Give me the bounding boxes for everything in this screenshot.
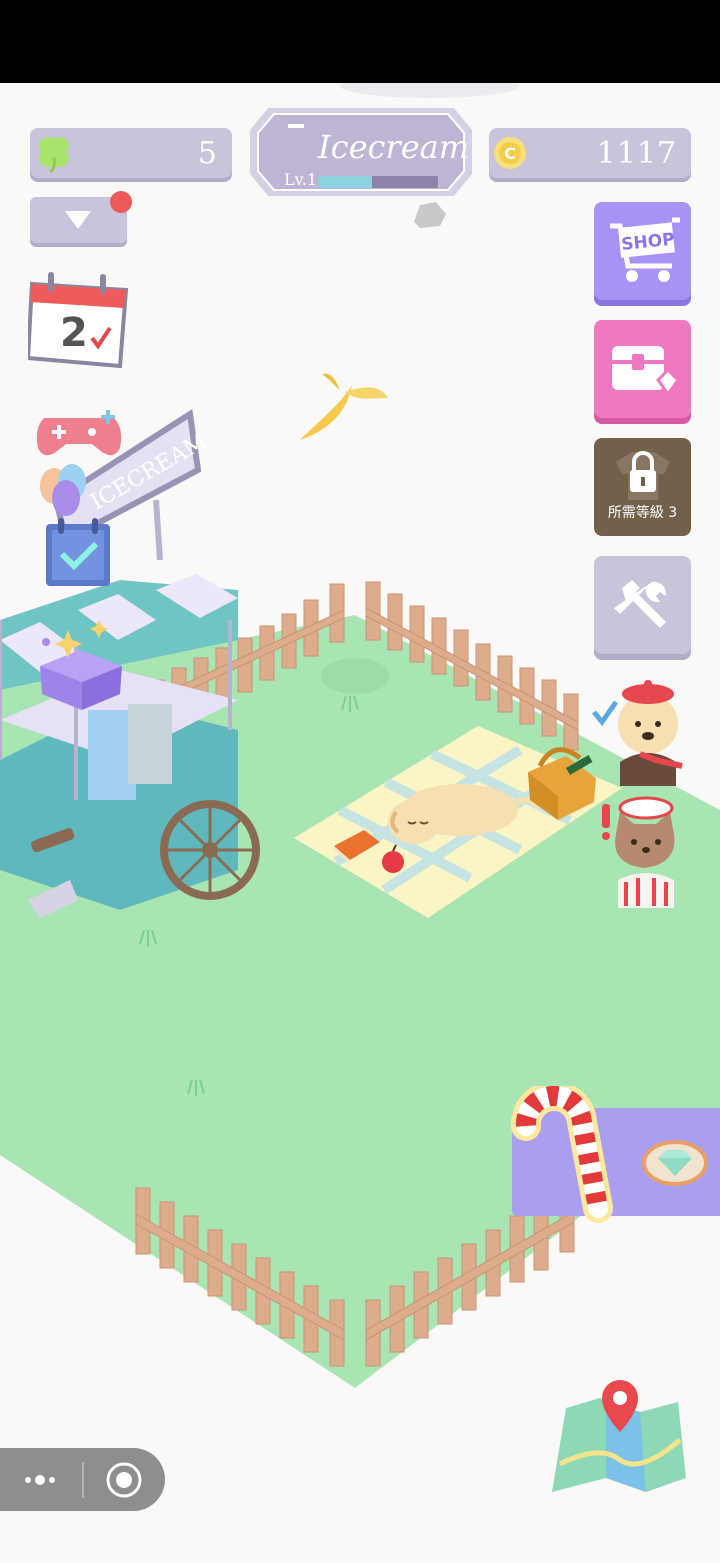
capsule-divider bbox=[82, 1462, 84, 1498]
clover-icon bbox=[39, 137, 69, 174]
shop-cart-icon: SHOP bbox=[610, 217, 680, 282]
plate-dash bbox=[288, 124, 304, 128]
shop-level-plate[interactable]: Icecream Lv.1 bbox=[248, 106, 474, 198]
status-bar bbox=[0, 0, 720, 83]
game-screen: { "hud": { "clover_count": "5", "coin_co… bbox=[0, 0, 720, 1563]
cloud-shadow bbox=[340, 83, 520, 98]
mystery-box-icon[interactable] bbox=[36, 620, 126, 712]
coin-count: 1117 bbox=[596, 136, 677, 171]
calendar-day: 2 bbox=[60, 310, 88, 356]
treasure-chest-button[interactable] bbox=[594, 320, 691, 418]
calendar-icon[interactable]: 2 bbox=[28, 266, 128, 368]
dropdown-button[interactable] bbox=[30, 191, 132, 243]
clover-counter[interactable]: 5 bbox=[30, 128, 232, 178]
shop-button[interactable]: SHOP bbox=[594, 202, 691, 300]
tools-button[interactable] bbox=[594, 556, 691, 654]
customer-cat[interactable] bbox=[596, 790, 692, 908]
tools-icon bbox=[614, 580, 667, 628]
coin-counter[interactable]: C 1117 bbox=[489, 128, 691, 178]
map-icon[interactable] bbox=[550, 1374, 690, 1498]
dropdown-arrow-icon bbox=[65, 211, 91, 229]
notification-dot bbox=[110, 191, 132, 213]
clover-count: 5 bbox=[197, 136, 218, 171]
banana-peel-icon[interactable] bbox=[300, 373, 388, 440]
gem-icon bbox=[642, 1140, 708, 1186]
locked-costume-button[interactable]: 所需等級 3 bbox=[594, 438, 691, 536]
shop-name: Icecream bbox=[318, 128, 470, 166]
task-clipboard-icon[interactable] bbox=[44, 516, 112, 588]
rock-icon[interactable] bbox=[414, 202, 446, 228]
mini-program-capsule bbox=[0, 1448, 165, 1511]
xp-bar bbox=[318, 176, 438, 188]
required-level-label: 所需等級 3 bbox=[607, 505, 678, 521]
lock-icon bbox=[616, 451, 670, 500]
gamepad-icon[interactable] bbox=[34, 404, 124, 464]
customer-poodle[interactable] bbox=[590, 676, 692, 786]
more-options-icon[interactable] bbox=[22, 1470, 62, 1490]
xp-bar-fill bbox=[318, 176, 372, 188]
coin-icon: C bbox=[494, 137, 526, 169]
chest-icon bbox=[612, 346, 680, 397]
level-label: Lv.1 bbox=[284, 170, 318, 189]
candy-cane-icon[interactable] bbox=[504, 1086, 622, 1230]
svg-text:C: C bbox=[504, 144, 516, 163]
close-program-icon[interactable] bbox=[105, 1461, 143, 1499]
